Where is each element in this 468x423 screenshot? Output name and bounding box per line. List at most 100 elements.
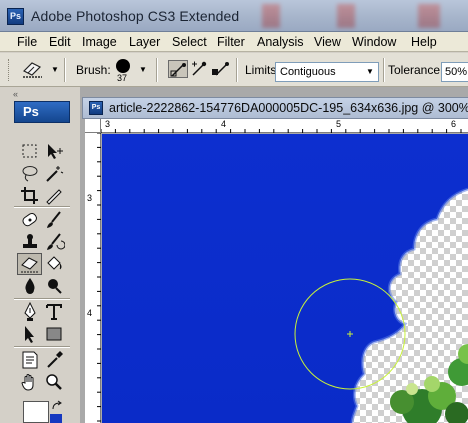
- ruler-label: 4: [221, 119, 227, 129]
- sampling-swatch-button[interactable]: [211, 60, 231, 78]
- ruler-label: 3: [105, 119, 111, 129]
- history-brush-tool[interactable]: [43, 231, 66, 253]
- chevron-down-icon[interactable]: ▼: [51, 65, 59, 74]
- canvas-image: [102, 134, 468, 423]
- background-eraser-tool[interactable]: [17, 253, 42, 275]
- chevron-down-icon[interactable]: ▼: [362, 63, 378, 81]
- foreground-color-swatch[interactable]: [23, 401, 49, 423]
- sampling-once-icon: [192, 61, 207, 76]
- menu-filter[interactable]: Filter: [217, 35, 245, 49]
- path-selection-tool[interactable]: [19, 323, 41, 345]
- menu-file[interactable]: File: [17, 35, 37, 49]
- ruler-origin[interactable]: [85, 119, 101, 133]
- menu-bar: File Edit Image Layer Select Filter Anal…: [0, 32, 468, 52]
- lasso-tool[interactable]: [19, 163, 41, 185]
- pen-icon: [24, 301, 36, 321]
- background-eraser-icon: [22, 62, 42, 78]
- sampling-once-button[interactable]: [190, 60, 210, 78]
- pen-tool[interactable]: [19, 301, 41, 323]
- menu-image[interactable]: Image: [82, 35, 117, 49]
- menu-edit[interactable]: Edit: [49, 35, 71, 49]
- divider: [64, 58, 66, 82]
- background-eraser-icon: [21, 257, 39, 273]
- image-canvas[interactable]: [102, 134, 468, 423]
- menu-window[interactable]: Window: [352, 35, 396, 49]
- options-bar: ▼ Brush: 37 ▼ Limits: Contiguous ▼ Toler…: [0, 53, 468, 87]
- tolerance-input[interactable]: 50%: [441, 62, 468, 82]
- magic-wand-tool[interactable]: [43, 163, 65, 185]
- dodge-tool[interactable]: [43, 275, 65, 297]
- sampling-continuous-button[interactable]: [168, 60, 188, 78]
- document-title-bar[interactable]: Ps article-2222862-154776DA000005DC-195_…: [82, 97, 468, 119]
- ruler-label: 5: [336, 119, 342, 129]
- healing-brush-icon: [22, 212, 37, 227]
- clone-stamp-icon: [23, 234, 37, 248]
- notes-icon: [22, 351, 38, 369]
- sampling-continuous-icon: [170, 63, 186, 77]
- swap-colors-icon[interactable]: [51, 400, 63, 412]
- brush-icon: [47, 211, 61, 228]
- app-logo: Ps: [7, 8, 24, 25]
- background-color-swatch[interactable]: [50, 414, 62, 423]
- brush-preview[interactable]: [116, 59, 130, 73]
- history-brush-icon: [47, 233, 66, 250]
- photoshop-app: Ps Adobe Photoshop CS3 Extended File Edi…: [0, 0, 468, 423]
- limits-select-value: Contiguous: [280, 66, 336, 78]
- marquee-tool[interactable]: [19, 141, 41, 163]
- lasso-icon: [22, 166, 38, 182]
- tool-preset-picker[interactable]: [20, 59, 46, 81]
- ruler-label: 6: [451, 119, 457, 129]
- rectangle-tool[interactable]: [43, 323, 65, 345]
- toolbox-divider: [14, 206, 70, 208]
- paint-bucket-tool[interactable]: [43, 253, 65, 275]
- ruler-ticks: [97, 133, 101, 422]
- paint-bucket-icon: [47, 256, 62, 270]
- menu-select[interactable]: Select: [172, 35, 207, 49]
- eyedropper-tool[interactable]: [43, 349, 65, 371]
- slice-tool[interactable]: [43, 185, 65, 207]
- divider: [383, 58, 385, 82]
- collapse-icon[interactable]: «: [13, 89, 27, 99]
- crop-icon: [21, 187, 38, 204]
- brush-label: Brush:: [76, 63, 111, 77]
- limits-select[interactable]: Contiguous ▼: [275, 62, 379, 82]
- marquee-icon: [22, 144, 37, 158]
- horizontal-ruler[interactable]: 3 4 5 6: [101, 119, 468, 133]
- menu-layer[interactable]: Layer: [129, 35, 160, 49]
- healing-brush-tool[interactable]: [19, 209, 41, 231]
- zoom-tool[interactable]: [43, 371, 65, 393]
- options-bar-grip[interactable]: [8, 59, 11, 81]
- blur-icon: [25, 278, 35, 294]
- vertical-ruler[interactable]: 3 4: [85, 133, 101, 423]
- window-title: Adobe Photoshop CS3 Extended: [31, 8, 240, 24]
- brush-size-value: 37: [117, 73, 128, 83]
- document-icon: Ps: [89, 101, 103, 115]
- dodge-icon: [48, 279, 62, 294]
- move-icon: [48, 144, 63, 159]
- background-blur: [262, 4, 280, 28]
- hand-icon: [21, 374, 34, 391]
- divider: [156, 58, 158, 82]
- move-tool[interactable]: [43, 141, 65, 163]
- ruler-ticks: [101, 129, 462, 133]
- hand-tool[interactable]: [19, 371, 41, 393]
- clone-stamp-tool[interactable]: [19, 231, 41, 253]
- type-icon: [46, 304, 62, 320]
- menu-analysis[interactable]: Analysis: [257, 35, 304, 49]
- document-title: article-2222862-154776DA000005DC-195_634…: [109, 101, 468, 115]
- slice-icon: [46, 189, 62, 205]
- type-tool[interactable]: [43, 301, 65, 323]
- title-bar: Ps Adobe Photoshop CS3 Extended: [0, 0, 468, 32]
- crop-tool[interactable]: [19, 185, 41, 207]
- zoom-icon: [46, 374, 62, 390]
- blur-tool[interactable]: [19, 275, 41, 297]
- menu-help[interactable]: Help: [411, 35, 437, 49]
- background-blur: [337, 4, 355, 28]
- notes-tool[interactable]: [19, 349, 41, 371]
- menu-view[interactable]: View: [314, 35, 341, 49]
- chevron-down-icon[interactable]: ▼: [139, 65, 147, 74]
- path-selection-icon: [25, 326, 34, 343]
- brush-tool[interactable]: [43, 209, 65, 231]
- toolbox-header[interactable]: Ps: [14, 101, 70, 123]
- ruler-label: 4: [87, 308, 93, 318]
